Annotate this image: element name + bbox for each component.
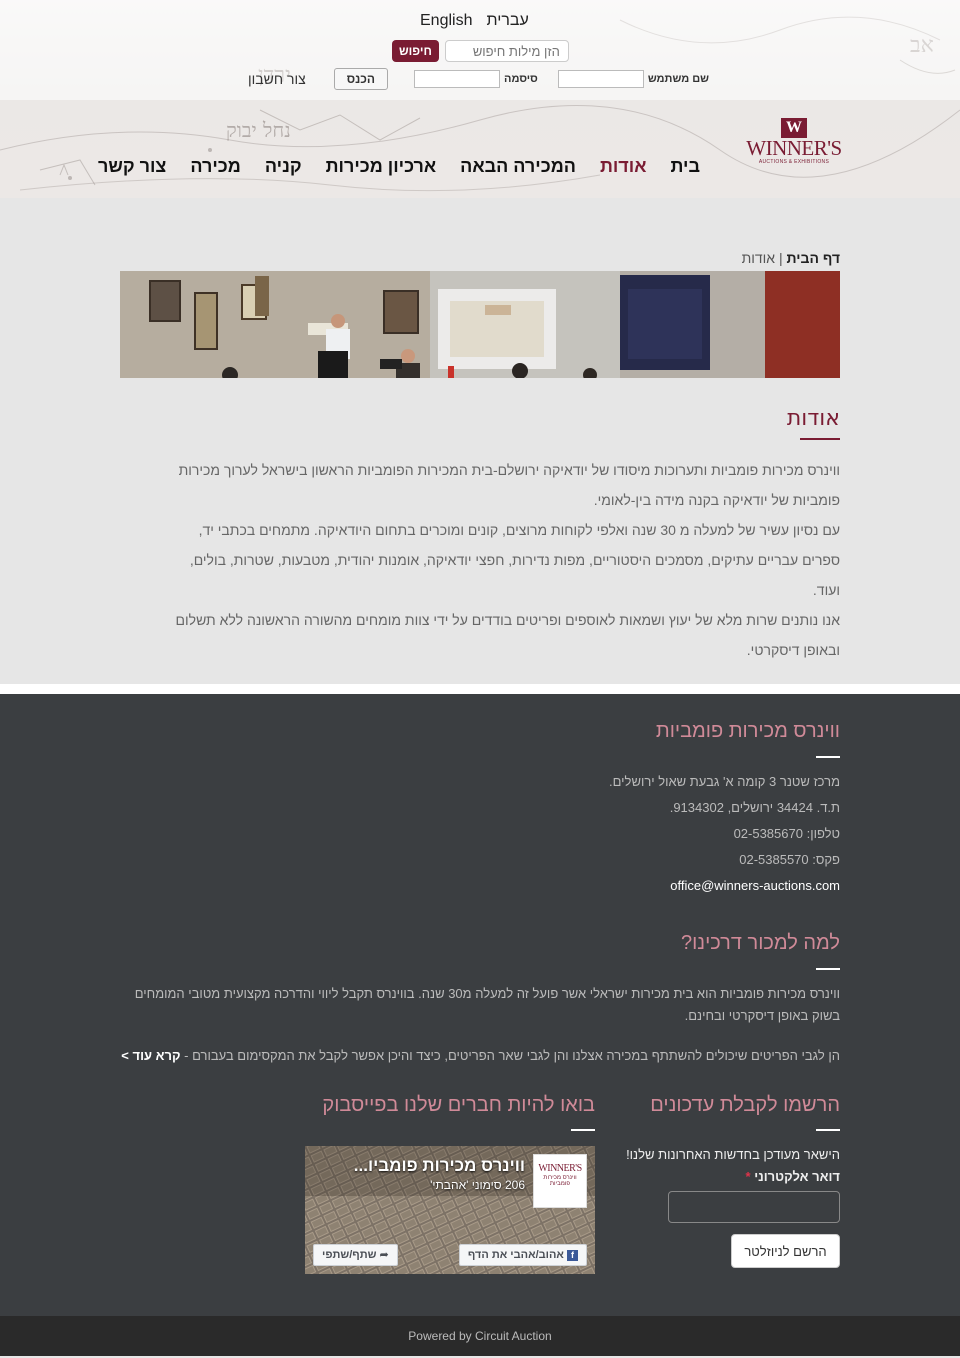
logo-mark: W — [781, 118, 807, 138]
about-paragraph: ובאופן דיסקרטי. — [746, 642, 840, 658]
contact-fax: פקס: 02-5385570 — [739, 852, 840, 867]
about-paragraph: אנו נותנים שרות מלא של יעוץ ושמאות לאוספ… — [175, 612, 840, 628]
why-sell-text-line: הן לגבי הפריטים שיכולים להשתתף במכירה אצ… — [121, 1043, 840, 1069]
why-sell-text: הן לגבי הפריטים שיכולים להשתתף במכירה אצ… — [184, 1048, 840, 1063]
newsletter-email-input[interactable] — [668, 1191, 840, 1223]
nav-next-auction[interactable]: המכירה הבאה — [460, 156, 576, 177]
facebook-share-button[interactable]: ➦ שתף/שתפי — [313, 1244, 398, 1266]
username-label: שם משתמש — [647, 73, 710, 85]
facebook-like-button[interactable]: f אהוב/אהבי את הדף — [458, 1244, 587, 1266]
newsletter-email-label: דואר אלקטרוני * — [746, 1164, 840, 1190]
about-paragraph: פומביות של יודאיקה בקנה מידה בין-לאומי. — [593, 492, 840, 508]
facebook-like-label: אהוב/אהבי את הדף — [467, 1249, 564, 1261]
search-input[interactable] — [444, 40, 569, 62]
password-label: סיסמה — [504, 73, 538, 85]
facebook-page-widget[interactable]: WINNER'S ווינרס מכירות פומביות ווינרס מכ… — [305, 1146, 595, 1274]
page-title: אודות — [786, 406, 840, 431]
fb-logo-name: WINNER'S — [538, 1163, 582, 1174]
lang-hebrew-link[interactable]: עברית — [486, 12, 528, 30]
map-label-decor: אב — [910, 33, 934, 58]
breadcrumb-current: אודות — [741, 250, 776, 266]
why-sell-text: בשוק באופן דיסקרטי ובחינם. — [684, 1008, 840, 1023]
about-paragraph: עם נסיון עשיר של למעלה מ 30 שנה ואלפי לק… — [198, 522, 840, 538]
site-logo[interactable]: W WINNER'S AUCTIONS & EXHIBITIONS — [746, 118, 842, 170]
password-field[interactable] — [414, 70, 501, 88]
username-field[interactable] — [557, 70, 644, 88]
about-paragraph: ווינרס מכירות פומביות ותערוכות מיסודו של… — [178, 462, 840, 478]
login-form: צור חשבון הכנס סיסמה שם משתמש — [248, 68, 709, 90]
contact-phone: טלפון: 02-5385670 — [733, 826, 840, 841]
logo-tagline: AUCTIONS & EXHIBITIONS — [758, 159, 830, 165]
why-sell-title: למה למכור דרכינו? — [680, 932, 840, 954]
site-footer: ווינרס מכירות פומביות מרכז שטנר 3 קומה א… — [0, 694, 960, 1356]
site-header: נחל יבוק ירדן אב English עברית חיפוש צור… — [0, 0, 960, 198]
nav-about[interactable]: אודות — [600, 156, 647, 177]
read-more-link[interactable]: קרא עוד > — [121, 1048, 180, 1063]
title-underline — [800, 438, 840, 440]
about-paragraph: ועוד. — [812, 582, 840, 598]
main-content: דף הבית | אודות אודות ווינרס מכירות פומב… — [0, 198, 960, 684]
facebook-title: בואו להיות חברים שלנו בפייסבוק — [322, 1094, 595, 1116]
contact-title-underline — [816, 756, 840, 758]
lang-english-link[interactable]: English — [420, 12, 472, 30]
powered-by-bar: Powered by Circuit Auction — [0, 1316, 960, 1356]
search-bar: חיפוש — [392, 40, 569, 62]
nav-buy[interactable]: קניה — [265, 156, 302, 177]
about-text: ווינרס מכירות פומביות ותערוכות מיסודו של… — [130, 456, 840, 666]
about-paragraph: ספרים עבריים עתיקים, מסמכים היסטוריים, מ… — [189, 552, 840, 568]
contact-email-link[interactable]: office@winners-auctions.com — [670, 873, 840, 899]
breadcrumb: דף הבית | אודות — [742, 250, 840, 266]
fb-logo-sub: ווינרס מכירות פומביות — [543, 1175, 577, 1187]
language-switcher: English עברית — [420, 12, 529, 30]
map-label-decor: נחל יבוק — [226, 118, 291, 142]
breadcrumb-separator: | — [778, 250, 783, 266]
contact-po-box: ת.ד. 34424 ירושלים, 9134302. — [669, 800, 840, 815]
required-asterisk: * — [745, 1169, 751, 1184]
contact-title: ווינרס מכירות פומביות — [655, 720, 840, 742]
newsletter-underline — [816, 1129, 840, 1131]
breadcrumb-home-link[interactable]: דף הבית — [787, 250, 840, 266]
section-separator — [0, 684, 960, 694]
newsletter-title: הרשמו לקבלת עדכונים — [650, 1094, 840, 1116]
facebook-icon: f — [567, 1249, 578, 1261]
create-account-link[interactable]: צור חשבון — [248, 71, 306, 87]
facebook-page-logo: WINNER'S ווינרס מכירות פומביות — [533, 1154, 587, 1208]
logo-name: WINNER'S — [746, 136, 842, 160]
facebook-share-label: שתף/שתפי — [322, 1249, 377, 1261]
email-label-text: דואר אלקטרוני — [754, 1169, 840, 1184]
auction-room-photo — [120, 271, 840, 378]
search-button[interactable]: חיפוש — [392, 40, 439, 62]
login-button[interactable]: הכנס — [333, 68, 389, 90]
nav-contact[interactable]: צור קשר — [98, 156, 166, 177]
facebook-like-count: 206 סימוני 'אהבתי' — [430, 1178, 525, 1192]
auction-room-illustration — [120, 271, 840, 378]
why-sell-underline — [816, 968, 840, 970]
nav-home[interactable]: בית — [670, 156, 700, 177]
powered-by-text[interactable]: Powered by Circuit Auction — [408, 1329, 551, 1343]
share-arrow-icon: ➦ — [379, 1249, 389, 1261]
facebook-page-name[interactable]: ווינרס מכירות פומביו... — [354, 1156, 525, 1176]
newsletter-subscribe-button[interactable]: הרשם לניוזלטר — [731, 1234, 840, 1268]
nav-auction-archive[interactable]: ארכיון מכירות — [326, 156, 437, 177]
facebook-underline — [571, 1129, 595, 1131]
contact-address: מרכז שטנר 3 קומה א' גבעת שאול ירושלים. — [609, 774, 840, 789]
main-nav: בית אודות המכירה הבאה ארכיון מכירות קניה… — [98, 156, 700, 177]
nav-sell[interactable]: מכירה — [190, 156, 240, 177]
